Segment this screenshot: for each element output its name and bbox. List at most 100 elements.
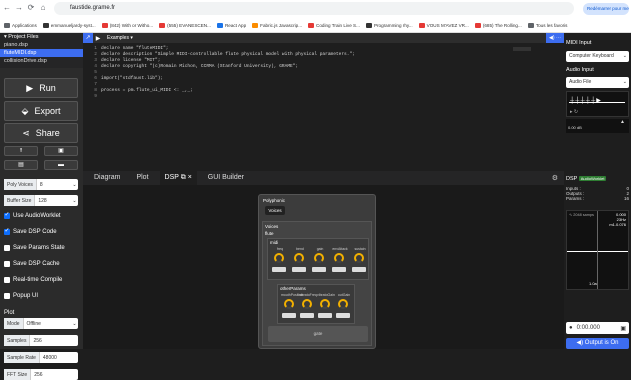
bookmark-icon bbox=[474, 22, 481, 28]
checkbox[interactable] bbox=[4, 261, 10, 267]
bookmark-item[interactable]: Fabric.js Javascrip... bbox=[252, 22, 303, 28]
audioworklet-badge: AudioWorklet bbox=[578, 176, 607, 181]
knob-value[interactable] bbox=[300, 313, 314, 318]
bookmark-item[interactable]: VOUS M'AVEZ VR... bbox=[418, 22, 469, 28]
examples-dropdown[interactable]: Examples ▾ bbox=[107, 35, 133, 41]
checkbox[interactable] bbox=[4, 227, 10, 235]
address-bar[interactable]: faustide.grame.fr bbox=[54, 2, 574, 15]
code-line: declare description "Simple MIDI-control… bbox=[101, 52, 355, 57]
buffer-size-select[interactable]: Buffer Size 128 ⌄ bbox=[4, 195, 78, 206]
export-button[interactable]: ⬙ Export bbox=[4, 101, 78, 121]
pointer-icon[interactable]: ↗ bbox=[83, 33, 93, 43]
save-button[interactable]: ▣ bbox=[44, 146, 78, 156]
tab-dsp[interactable]: DSP ⧉ × bbox=[159, 171, 197, 185]
home-icon[interactable]: ⌂ bbox=[38, 3, 48, 13]
forward-icon[interactable]: → bbox=[14, 3, 24, 13]
option-checkbox[interactable]: Save DSP Code bbox=[4, 227, 57, 235]
sample-rate-input[interactable]: Sample Rate 48000 bbox=[4, 352, 78, 363]
save-icon[interactable]: ▣ bbox=[620, 325, 626, 332]
knob-value[interactable] bbox=[318, 313, 332, 318]
midi-input-select[interactable]: Computer Keyboard ⌄ bbox=[566, 51, 629, 62]
bookmark-item[interactable]: React App bbox=[216, 22, 246, 28]
output-toggle-button[interactable]: ◀) Output is On bbox=[566, 338, 629, 349]
file-item[interactable]: collisionDrive.dsp bbox=[0, 57, 83, 65]
knob-value[interactable] bbox=[272, 267, 286, 272]
gate-button[interactable]: gate bbox=[268, 326, 368, 342]
back-icon[interactable]: ← bbox=[2, 3, 12, 13]
toggle-panel-button[interactable]: ◀) ⋯ bbox=[546, 33, 564, 43]
upload-button[interactable]: ⭱ bbox=[4, 146, 38, 156]
view-tabs: Diagram Plot DSP ⧉ × GUI Builder ⚙ bbox=[83, 171, 564, 185]
bookmark-label: Programming rhy... bbox=[373, 22, 413, 28]
docs-button[interactable]: ▤ bbox=[4, 160, 38, 170]
option-checkbox[interactable]: Use AudioWorklet bbox=[4, 211, 61, 219]
option-checkbox[interactable]: Popup UI bbox=[4, 293, 38, 299]
voices-button[interactable]: Voices bbox=[265, 206, 285, 215]
poly-voices-select[interactable]: Poly Voices 8 ⌄ bbox=[4, 179, 78, 190]
knob[interactable] bbox=[302, 299, 312, 309]
knob-value[interactable] bbox=[312, 267, 326, 272]
bookmark-item[interactable]: (842) With or Witho... bbox=[101, 22, 153, 28]
close-icon[interactable]: × bbox=[188, 174, 192, 181]
transport-icons[interactable]: ▸ ↻ bbox=[570, 109, 578, 115]
option-checkbox[interactable]: Real-time Compile bbox=[4, 277, 62, 283]
bookmark-item[interactable]: Programming rhy... bbox=[365, 22, 413, 28]
checkbox[interactable] bbox=[4, 211, 10, 219]
oscilloscope[interactable]: ∿ 2048 samps 0.000 23Hz m1.0.076 1.0a bbox=[566, 210, 629, 290]
option-checkbox[interactable]: Save DSP Cache bbox=[4, 261, 60, 267]
tab-diagram[interactable]: Diagram bbox=[89, 171, 125, 185]
caret-up-icon[interactable]: ▲ bbox=[620, 119, 625, 125]
bookmark-item[interactable]: Applications bbox=[4, 22, 37, 28]
knob-value[interactable] bbox=[352, 267, 366, 272]
tab-plot[interactable]: Plot bbox=[131, 171, 153, 185]
knob-value[interactable] bbox=[336, 313, 350, 318]
samples-input[interactable]: Samples 256 bbox=[4, 335, 78, 346]
knob[interactable] bbox=[334, 253, 344, 263]
audio-input-select[interactable]: Audio File ⌄ bbox=[566, 77, 629, 88]
midi-input-label: MIDI Input bbox=[566, 40, 592, 46]
knob[interactable] bbox=[338, 299, 348, 309]
knob[interactable] bbox=[274, 253, 284, 263]
gear-icon[interactable]: ⚙ bbox=[552, 174, 558, 182]
bookmark-label: Fabric.js Javascrip... bbox=[260, 22, 303, 28]
editor-toolbar: ↗ ▶ Examples ▾ bbox=[83, 33, 564, 43]
knob[interactable] bbox=[320, 299, 330, 309]
share-button[interactable]: ⋖ Share bbox=[4, 123, 78, 143]
folder-button[interactable]: ▬ bbox=[44, 160, 78, 170]
record-icon[interactable]: ● bbox=[569, 325, 573, 331]
save-icon: ▣ bbox=[58, 148, 64, 154]
checkbox[interactable] bbox=[4, 245, 10, 251]
option-checkbox[interactable]: Save Params State bbox=[4, 245, 65, 251]
export-icon: ⬙ bbox=[21, 105, 29, 116]
checkbox[interactable] bbox=[4, 277, 10, 283]
knob[interactable] bbox=[314, 253, 324, 263]
audio-file-player[interactable]: ┼┼┼┼┼▶ ▸ ↻ bbox=[566, 91, 629, 117]
play-icon[interactable]: ▶ bbox=[93, 35, 103, 42]
run-button[interactable]: ▶ Run bbox=[4, 78, 78, 98]
popout-icon[interactable]: ⧉ bbox=[181, 174, 186, 181]
knob[interactable] bbox=[294, 253, 304, 263]
knob[interactable] bbox=[354, 253, 364, 263]
bookmark-item[interactable]: (555) EVANESCEN... bbox=[159, 22, 211, 28]
checkbox[interactable] bbox=[4, 293, 10, 299]
tab-gui-builder[interactable]: GUI Builder bbox=[203, 171, 249, 185]
fft-size-input[interactable]: FFT Size 256 bbox=[4, 369, 78, 380]
bookmark-item[interactable]: (685) The Rolling... bbox=[474, 22, 522, 28]
file-item[interactable]: fluteMIDI.dsp bbox=[0, 49, 83, 57]
bookmark-item[interactable]: Tous les favoris bbox=[527, 22, 567, 28]
minimap[interactable] bbox=[513, 47, 531, 51]
code-line: process = pm.flute_ui_MIDI <: _,_; bbox=[101, 88, 193, 93]
knob-value[interactable] bbox=[332, 267, 346, 272]
knob[interactable] bbox=[284, 299, 294, 309]
mode-select[interactable]: Mode Offline ⌄ bbox=[4, 318, 78, 329]
code-editor[interactable]: ↗ ▶ Examples ▾ 1 declare name "fluteMIDI"… bbox=[83, 33, 564, 171]
bookmark-item[interactable]: Coding Train Live S... bbox=[308, 22, 360, 28]
knob-value[interactable] bbox=[292, 267, 306, 272]
file-item[interactable]: piano.dsp bbox=[0, 41, 83, 49]
relaunch-button[interactable]: Redémarrer pour mettre à jour ⋮ bbox=[583, 3, 629, 15]
reload-icon[interactable]: ⟳ bbox=[26, 3, 36, 13]
bookmark-item[interactable]: emmanueljardy-syst... bbox=[42, 22, 96, 28]
project-files-header[interactable]: ▾ Project Files bbox=[0, 33, 83, 41]
bookmark-icon bbox=[4, 22, 10, 28]
knob-value[interactable] bbox=[282, 313, 296, 318]
